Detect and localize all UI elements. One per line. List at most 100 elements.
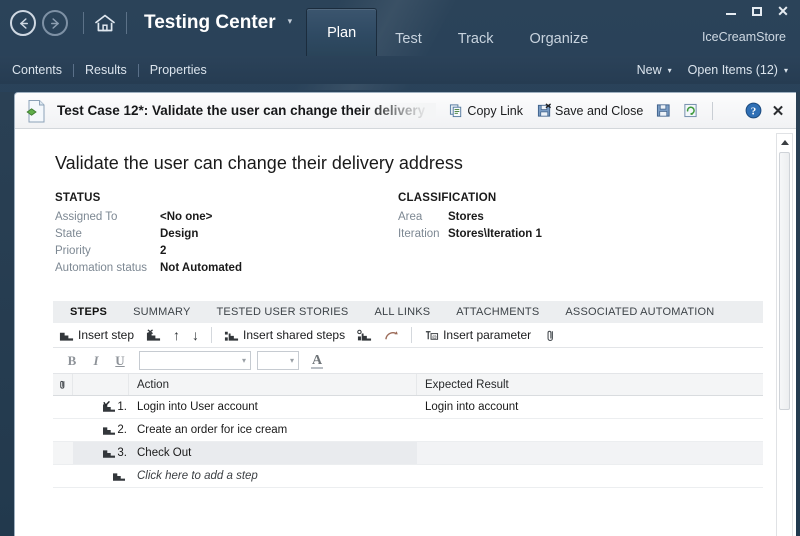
vertical-scrollbar[interactable]	[776, 133, 793, 536]
home-button[interactable]	[93, 11, 117, 35]
ribbon-tab-test[interactable]: Test	[377, 31, 440, 56]
tab-all-links[interactable]: ALL LINKS	[361, 306, 443, 318]
scroll-up-button[interactable]	[777, 134, 792, 150]
arrow-down-icon: ↓	[192, 327, 199, 343]
row-number: 2.	[117, 424, 127, 436]
underline-button[interactable]: U	[109, 351, 131, 371]
table-row[interactable]: 3. Check Out	[53, 442, 763, 465]
work-item-inner-tabs: STEPS SUMMARY TESTED USER STORIES ALL LI…	[53, 301, 763, 323]
copy-link-button[interactable]: Copy Link	[442, 99, 530, 122]
row-attachment-cell[interactable]	[53, 396, 73, 418]
save-and-close-icon	[537, 103, 552, 118]
table-row[interactable]: 2. Create an order for ice cream	[53, 419, 763, 442]
paperclip-icon	[543, 328, 558, 343]
home-icon	[94, 13, 116, 33]
field-row: Area Stores	[398, 211, 542, 223]
arrow-up-icon: ↑	[173, 327, 180, 343]
row-expected-cell[interactable]	[417, 419, 763, 441]
ribbon-tab-track[interactable]: Track	[440, 31, 512, 56]
action-column-header[interactable]: Action	[129, 374, 417, 395]
save-button[interactable]	[650, 99, 677, 122]
add-step-placeholder[interactable]: Click here to add a step	[129, 465, 417, 487]
tab-steps[interactable]: STEPS	[57, 306, 120, 318]
step-shared-icon	[102, 401, 116, 413]
row-attachment-cell[interactable]	[53, 419, 73, 441]
font-color-button[interactable]: A	[307, 351, 327, 371]
ribbon-tab-plan[interactable]: Plan	[306, 8, 377, 56]
svg-text:?: ?	[750, 105, 756, 117]
insert-shared-steps-label: Insert shared steps	[243, 328, 345, 342]
insert-parameter-button[interactable]: @ Insert parameter	[418, 325, 537, 346]
work-item-field-groups: STATUS Assigned To <No one> State Design…	[15, 174, 766, 279]
sub-link-results[interactable]: Results	[74, 63, 138, 77]
area-value[interactable]: Stores	[448, 211, 484, 223]
tab-attachments[interactable]: ATTACHMENTS	[443, 306, 552, 318]
refresh-button[interactable]	[677, 99, 704, 122]
open-items-dropdown[interactable]: Open Items (12) ▾	[688, 63, 788, 77]
field-row: State Design	[55, 228, 242, 240]
sub-link-contents[interactable]: Contents	[12, 63, 73, 77]
table-row-add-step[interactable]: Click here to add a step	[53, 465, 763, 488]
app-title-dropdown-caret[interactable]: ▾	[288, 16, 293, 30]
field-row: Priority 2	[55, 245, 242, 257]
row-number-cell: 1.	[73, 396, 129, 418]
row-action-cell[interactable]: Check Out	[129, 442, 417, 464]
back-button[interactable]	[10, 10, 36, 36]
create-shared-steps-button[interactable]	[351, 325, 378, 346]
row-action-cell[interactable]: Create an order for ice cream	[129, 419, 417, 441]
save-and-close-button[interactable]: Save and Close	[530, 99, 650, 122]
iteration-value[interactable]: Stores\Iteration 1	[448, 228, 542, 240]
italic-button[interactable]: I	[85, 351, 107, 371]
tab-tested-user-stories[interactable]: TESTED USER STORIES	[204, 306, 362, 318]
assigned-to-value[interactable]: <No one>	[160, 211, 212, 223]
insert-shared-steps-button[interactable]: Insert shared steps	[218, 325, 351, 346]
tab-summary[interactable]: SUMMARY	[120, 306, 203, 318]
table-row[interactable]: 1. Login into User account Login into ac…	[53, 396, 763, 419]
close-work-item-button[interactable]: ✕	[766, 99, 790, 123]
open-items-label: Open Items (12)	[688, 63, 778, 77]
area-label: Area	[398, 211, 448, 223]
delete-step-button[interactable]	[140, 325, 167, 346]
font-size-select[interactable]: ▾	[257, 351, 299, 370]
app-title: Testing Center	[144, 12, 276, 35]
row-number-cell: 3.	[73, 442, 129, 464]
format-toolbar: B I U ▾ ▾ A	[53, 348, 763, 374]
field-row: Automation status Not Automated	[55, 262, 242, 274]
row-number: 3.	[117, 447, 127, 459]
insert-step-button[interactable]: Insert step	[53, 325, 140, 346]
ribbon-tab-organize[interactable]: Organize	[511, 31, 606, 56]
top-chrome-bar: Testing Center ▾ Plan Test Track Organiz…	[0, 0, 800, 56]
move-step-down-button[interactable]: ↓	[186, 324, 205, 346]
steps-toolbar: Insert step ↑ ↓	[53, 323, 763, 348]
row-number-cell	[73, 465, 129, 487]
help-icon: ?	[745, 102, 762, 119]
new-dropdown[interactable]: New ▾	[637, 63, 672, 77]
open-shared-steps-button[interactable]	[378, 325, 405, 346]
row-attachment-cell[interactable]	[53, 442, 73, 464]
tab-associated-automation[interactable]: ASSOCIATED AUTOMATION	[552, 306, 727, 318]
move-step-up-button[interactable]: ↑	[167, 324, 186, 346]
row-number-cell: 2.	[73, 419, 129, 441]
sub-navigation-bar: Contents Results Properties New ▾ Open I…	[0, 56, 800, 84]
font-family-select[interactable]: ▾	[139, 351, 251, 370]
row-action-cell[interactable]: Login into User account	[129, 396, 417, 418]
priority-value[interactable]: 2	[160, 245, 166, 257]
row-expected-cell[interactable]	[417, 442, 763, 464]
triangle-up-icon	[781, 140, 789, 145]
bold-button[interactable]: B	[61, 351, 83, 371]
field-row: Assigned To <No one>	[55, 211, 242, 223]
help-button[interactable]: ?	[742, 100, 764, 122]
number-column-header	[73, 374, 129, 395]
font-color-swatch	[311, 367, 323, 369]
user-name[interactable]: IceCreamStore	[702, 30, 786, 44]
forward-button[interactable]	[42, 10, 68, 36]
ribbon-tabs: Plan Test Track Organize	[306, 0, 606, 56]
row-expected-cell[interactable]: Login into account	[417, 396, 763, 418]
state-value[interactable]: Design	[160, 228, 198, 240]
expected-result-column-header[interactable]: Expected Result	[417, 374, 763, 395]
scrollbar-thumb[interactable]	[779, 152, 790, 410]
attachment-button[interactable]	[537, 325, 564, 346]
row-expected-cell[interactable]	[417, 465, 763, 487]
sub-link-properties[interactable]: Properties	[139, 63, 218, 77]
automation-status-value[interactable]: Not Automated	[160, 262, 242, 274]
